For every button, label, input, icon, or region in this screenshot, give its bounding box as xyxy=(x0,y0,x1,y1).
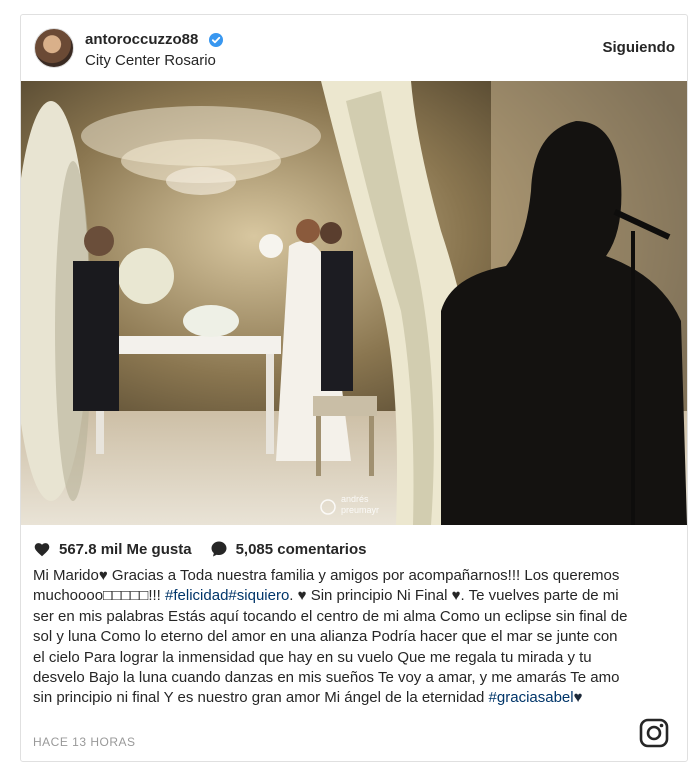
post-header: antoroccuzzo88 City Center Rosario Sigui… xyxy=(21,15,687,81)
svg-text:preumayr: preumayr xyxy=(341,505,379,515)
hashtag-graciasabel[interactable]: #graciasabel xyxy=(489,689,574,706)
instagram-logo-icon[interactable] xyxy=(639,718,669,748)
username[interactable]: antoroccuzzo88 xyxy=(85,31,198,48)
heart-icon[interactable] xyxy=(33,541,51,557)
post-timestamp[interactable]: HACE 13 HORAS xyxy=(33,735,136,749)
location-link[interactable]: City Center Rosario xyxy=(85,52,216,69)
post-photo[interactable]: andrés preumayr xyxy=(21,81,687,525)
photographer-watermark: andrés xyxy=(341,494,369,504)
verified-badge-icon xyxy=(208,33,223,48)
hashtag-felicidad[interactable]: #felicidad xyxy=(165,587,228,604)
avatar[interactable] xyxy=(34,28,74,68)
following-button[interactable]: Siguiendo xyxy=(603,39,676,56)
username-row: antoroccuzzo88 xyxy=(85,31,223,48)
comments-count[interactable]: 5,085 comentarios xyxy=(236,541,367,558)
wedding-photo: andrés preumayr xyxy=(21,81,687,525)
hashtag-siquiero[interactable]: #siquiero xyxy=(228,587,289,604)
likes-group[interactable]: 567.8 mil Me gusta xyxy=(33,541,192,558)
instagram-post-card: antoroccuzzo88 City Center Rosario Sigui… xyxy=(20,14,688,762)
engagement-bar: 567.8 mil Me gusta 5,085 comentarios xyxy=(33,539,384,559)
caption-heart: ♥ xyxy=(573,689,583,707)
likes-count[interactable]: 567.8 mil Me gusta xyxy=(59,541,192,558)
comments-group[interactable]: 5,085 comentarios xyxy=(210,540,367,558)
comment-icon[interactable] xyxy=(210,540,228,558)
post-caption: Mi Marido♥ Gracias a Toda nuestra famili… xyxy=(33,566,628,709)
